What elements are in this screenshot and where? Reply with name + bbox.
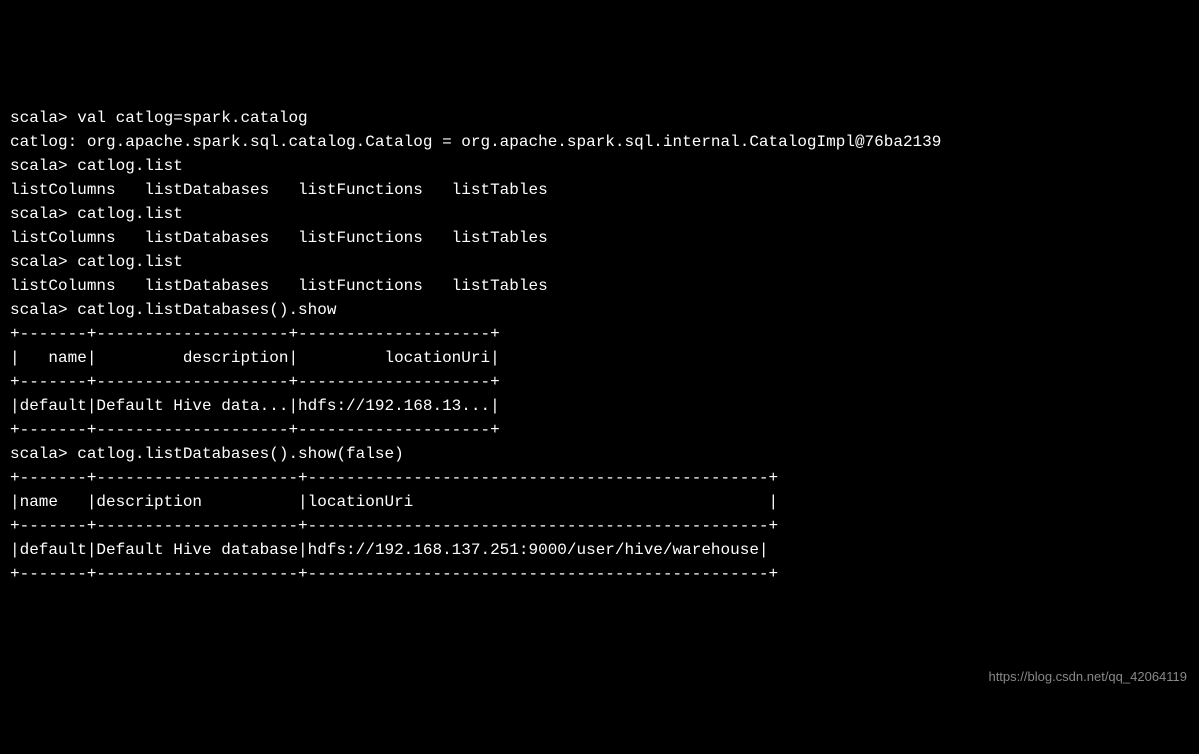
- terminal-line: |default|Default Hive data...|hdfs://192…: [10, 394, 1189, 418]
- terminal-line: scala> catlog.listDatabases().show: [10, 298, 1189, 322]
- terminal-line: scala> catlog.listDatabases().show(false…: [10, 442, 1189, 466]
- terminal-line: listColumns listDatabases listFunctions …: [10, 274, 1189, 298]
- terminal-line: +-------+---------------------+---------…: [10, 466, 1189, 490]
- terminal-line: | name| description| locationUri|: [10, 346, 1189, 370]
- terminal-line: |name |description |locationUri |: [10, 490, 1189, 514]
- terminal-line: +-------+--------------------+----------…: [10, 370, 1189, 394]
- terminal-line: listColumns listDatabases listFunctions …: [10, 226, 1189, 250]
- terminal-line: |default|Default Hive database|hdfs://19…: [10, 538, 1189, 562]
- watermark-text: https://blog.csdn.net/qq_42064119: [988, 667, 1187, 687]
- terminal-line: scala> catlog.list: [10, 202, 1189, 226]
- terminal-line: +-------+---------------------+---------…: [10, 562, 1189, 586]
- terminal-line: +-------+--------------------+----------…: [10, 322, 1189, 346]
- terminal-line: scala> catlog.list: [10, 250, 1189, 274]
- terminal-line: scala> catlog.list: [10, 154, 1189, 178]
- terminal-line: scala> val catlog=spark.catalog: [10, 106, 1189, 130]
- terminal-line: listColumns listDatabases listFunctions …: [10, 178, 1189, 202]
- terminal-line: catlog: org.apache.spark.sql.catalog.Cat…: [10, 130, 1189, 154]
- terminal-output[interactable]: scala> val catlog=spark.catalogcatlog: o…: [10, 106, 1189, 586]
- terminal-line: +-------+--------------------+----------…: [10, 418, 1189, 442]
- terminal-line: +-------+---------------------+---------…: [10, 514, 1189, 538]
